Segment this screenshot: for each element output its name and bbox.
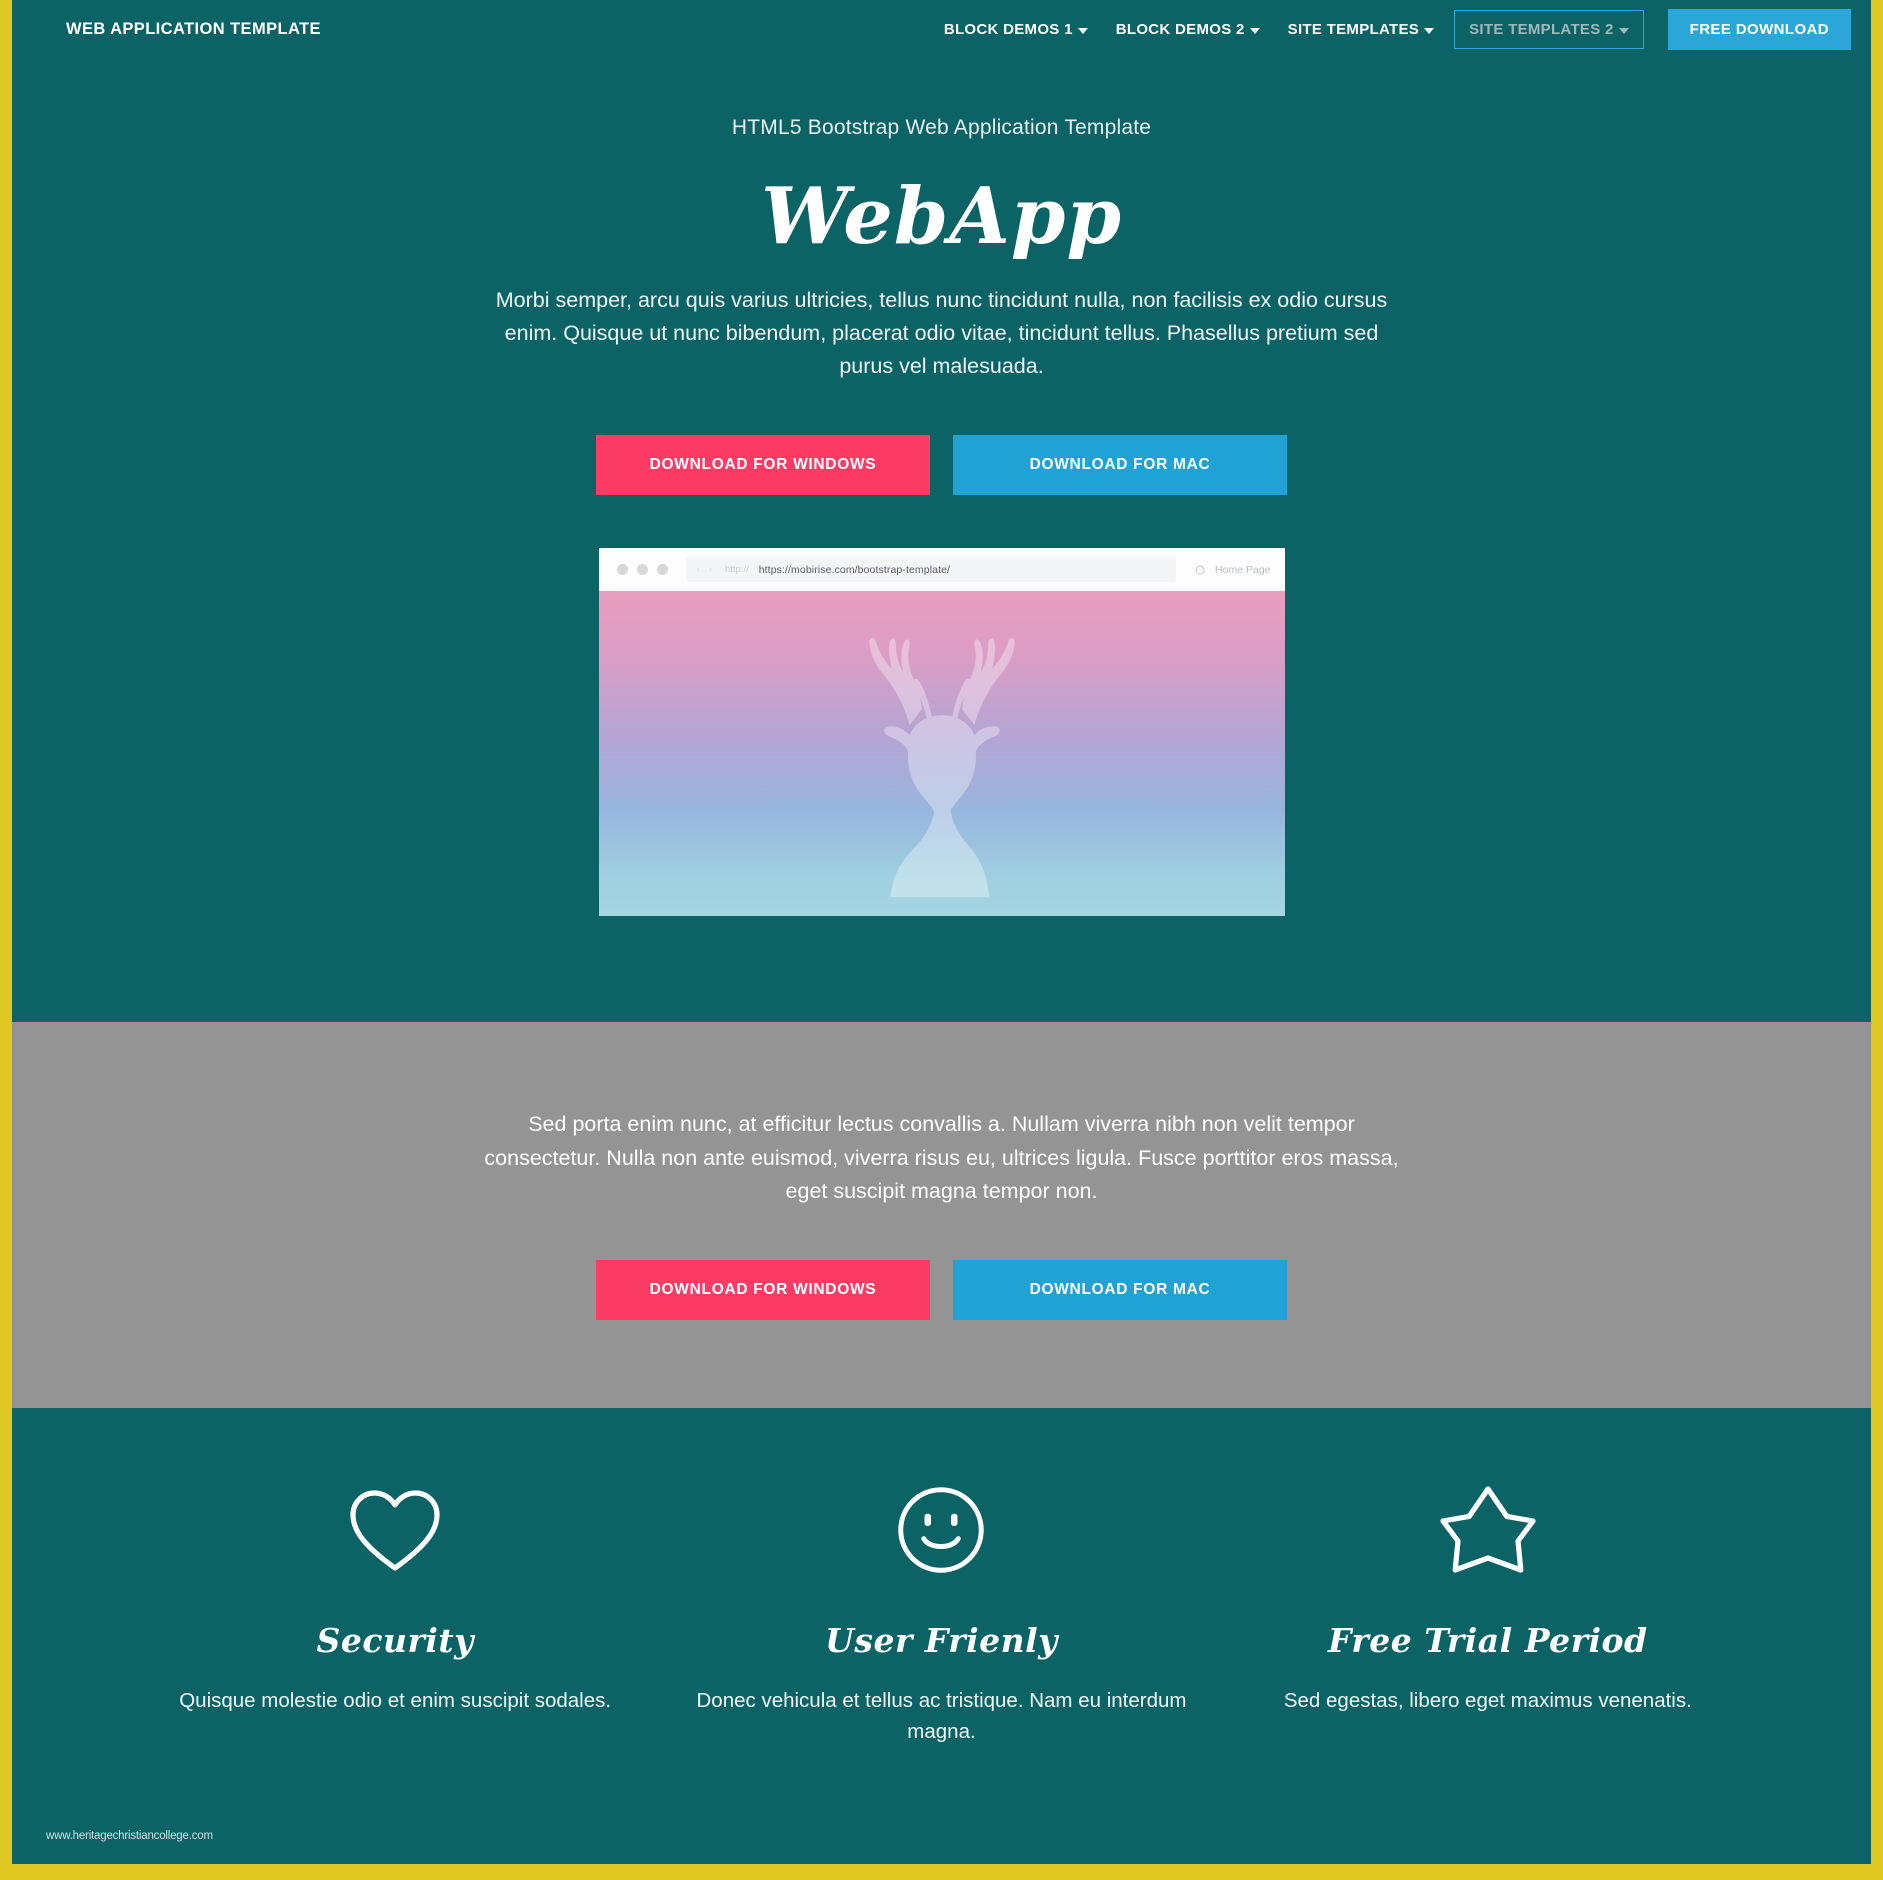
nav-arrows-icon: ‹ › — [696, 564, 715, 576]
reload-icon[interactable] — [1194, 564, 1206, 576]
download-mac-button-secondary[interactable]: DOWNLOAD FOR MAC — [953, 1260, 1287, 1321]
hero-button-row: DOWNLOAD FOR WINDOWS DOWNLOAD FOR MAC — [12, 435, 1871, 496]
feature-text: Quisque molestie odio et enim suscipit s… — [179, 1689, 612, 1713]
nav-item-label: BLOCK DEMOS 2 — [1115, 20, 1245, 38]
feature-text: Donec vehicula et tellus ac tristique. N… — [696, 1689, 1187, 1743]
nav-item-block-demos-2[interactable]: BLOCK DEMOS 2 — [1102, 13, 1274, 46]
feature-title: User Frienly — [825, 1621, 1058, 1661]
feature-card-security: Security Quisque molestie odio et enim s… — [122, 1482, 668, 1748]
gray-paragraph: Sed porta enim nunc, at efficitur lectus… — [484, 1112, 1399, 1203]
navbar: WEB APPLICATION TEMPLATE BLOCK DEMOS 1 B… — [12, 0, 1871, 58]
url-text: https://mobirise.com/bootstrap-template/ — [758, 563, 951, 576]
hero-paragraph: Morbi semper, arcu quis varius ultricies… — [495, 287, 1388, 379]
protocol-hint-label: http:// — [724, 564, 749, 576]
home-page-tab-label[interactable]: Home Page — [1215, 564, 1270, 576]
nav-item-label: SITE TEMPLATES — [1287, 20, 1420, 38]
nav-item-site-templates[interactable]: SITE TEMPLATES — [1274, 13, 1448, 46]
page-root: WEB APPLICATION TEMPLATE BLOCK DEMOS 1 B… — [0, 0, 1883, 1880]
address-bar[interactable]: ‹ › http:// https://mobirise.com/bootstr… — [685, 557, 1177, 583]
page-title: WebApp — [761, 171, 1122, 262]
watermark-text: www.heritagechristiancollege.com — [46, 1830, 213, 1842]
feature-text: Sed egestas, libero eget maximus venenat… — [1283, 1689, 1692, 1713]
feature-icon-wrap — [142, 1482, 648, 1578]
features-section: Security Quisque molestie odio et enim s… — [12, 1408, 1871, 1748]
gray-button-row: DOWNLOAD FOR WINDOWS DOWNLOAD FOR MAC — [12, 1260, 1871, 1321]
page-inner: WEB APPLICATION TEMPLATE BLOCK DEMOS 1 B… — [12, 0, 1871, 1864]
star-icon — [1440, 1486, 1536, 1573]
feature-icon-wrap — [688, 1482, 1194, 1578]
browser-viewport — [598, 591, 1285, 917]
maximize-dot-icon — [656, 564, 668, 576]
hero-section: HTML5 Bootstrap Web Application Template… — [12, 58, 1871, 917]
feature-icon-wrap — [1235, 1482, 1741, 1578]
browser-mockup: ‹ › http:// https://mobirise.com/bootstr… — [598, 548, 1285, 917]
chevron-down-icon — [1618, 28, 1629, 34]
nav-item-label: BLOCK DEMOS 1 — [943, 20, 1073, 38]
feature-card-free-trial: Free Trial Period Sed egestas, libero eg… — [1215, 1482, 1761, 1748]
download-windows-button[interactable]: DOWNLOAD FOR WINDOWS — [596, 435, 930, 496]
browser-tab-area: Home Page — [1188, 564, 1271, 576]
feature-title: Security — [316, 1621, 474, 1661]
free-download-button[interactable]: FREE DOWNLOAD — [1667, 8, 1851, 50]
minimize-dot-icon — [636, 564, 648, 576]
nav-links: BLOCK DEMOS 1 BLOCK DEMOS 2 SITE TEMPLAT… — [930, 8, 1851, 50]
brand-logo[interactable]: WEB APPLICATION TEMPLATE — [66, 20, 321, 39]
feature-card-user-friendly: User Frienly Donec vehicula et tellus ac… — [668, 1482, 1214, 1748]
download-windows-button-secondary[interactable]: DOWNLOAD FOR WINDOWS — [596, 1260, 930, 1321]
nav-item-label: SITE TEMPLATES 2 — [1469, 20, 1614, 38]
heart-icon — [350, 1490, 440, 1571]
hero-kicker: HTML5 Bootstrap Web Application Template — [731, 116, 1152, 139]
nav-item-site-templates-2[interactable]: SITE TEMPLATES 2 — [1454, 9, 1644, 49]
deer-silhouette-icon — [868, 637, 1015, 898]
close-dot-icon — [616, 564, 628, 576]
nav-item-block-demos-1[interactable]: BLOCK DEMOS 1 — [930, 13, 1102, 46]
window-controls — [616, 564, 668, 576]
feature-title: Free Trial Period — [1328, 1621, 1648, 1661]
browser-chrome-bar: ‹ › http:// https://mobirise.com/bootstr… — [598, 548, 1285, 592]
chevron-down-icon — [1424, 28, 1435, 34]
chevron-down-icon — [1249, 28, 1260, 34]
secondary-cta-section: Sed porta enim nunc, at efficitur lectus… — [12, 1022, 1871, 1409]
download-mac-button[interactable]: DOWNLOAD FOR MAC — [953, 435, 1287, 496]
smiley-icon — [898, 1487, 985, 1573]
chevron-down-icon — [1077, 28, 1088, 34]
